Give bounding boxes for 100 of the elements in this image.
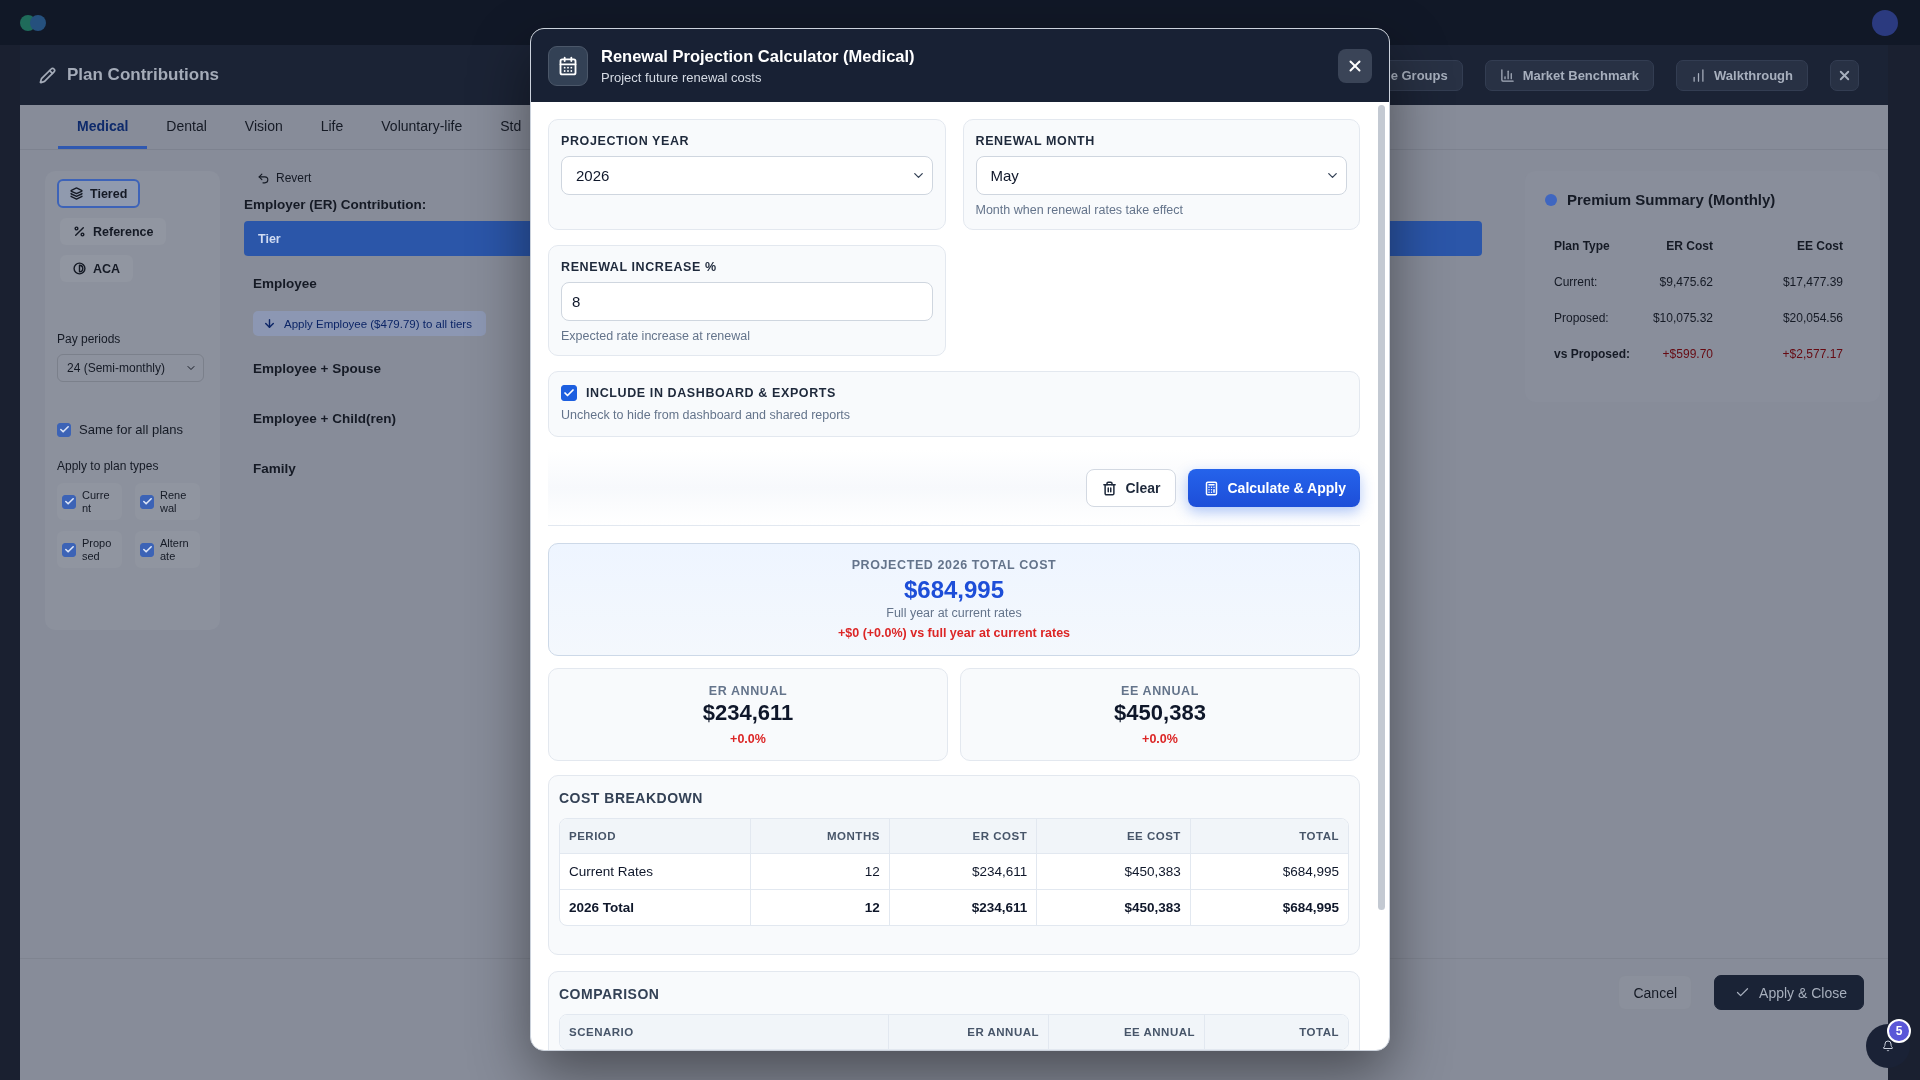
checkbox[interactable]: [140, 494, 154, 509]
scrollbar-thumb[interactable]: [1378, 105, 1385, 910]
section-title: Employer (ER) Contribution:: [244, 197, 427, 212]
avatar-icon: [1872, 9, 1898, 36]
table-cell: $684,995: [1190, 889, 1348, 925]
tier-label: Employee + Spouse: [253, 361, 381, 376]
stat-amount: $450,383: [1114, 699, 1206, 727]
checkbox-label: Current: [82, 488, 111, 515]
mode-button[interactable]: Tiered: [57, 179, 141, 208]
table-cell-text: $17,477.39: [1781, 274, 1843, 291]
tab[interactable]: Medical: [58, 105, 148, 149]
tab[interactable]: Dental: [147, 105, 226, 149]
stat-amount: $234,611: [702, 699, 794, 727]
trash-icon: [1102, 480, 1118, 496]
change-text: +$0 (+0.0%) vs full year at current rates: [837, 625, 1071, 642]
table-cell: $684,995: [1190, 853, 1348, 889]
dialog-subtitle: Project future renewal costs: [601, 69, 763, 86]
rising-bars-icon: [1691, 67, 1707, 83]
tab[interactable]: Voluntary-life: [362, 105, 482, 149]
column-header: ER Cost: [1665, 238, 1713, 255]
apply-button[interactable]: Apply & Close: [1714, 975, 1864, 1010]
table-cell: 12: [750, 853, 890, 889]
row-label: Current:: [1554, 274, 1599, 291]
section-title: COMPARISON: [559, 985, 661, 1003]
percent-icon: [73, 225, 86, 238]
field-label: Apply to plan types: [57, 459, 159, 473]
check-icon: [63, 544, 75, 555]
checkbox[interactable]: [62, 494, 76, 509]
stat-label: EE ANNUAL: [1121, 683, 1199, 699]
plan-type-option[interactable]: Current: [57, 483, 122, 520]
row-label: Proposed:: [1554, 310, 1610, 327]
plan-type-option[interactable]: Alternate: [135, 531, 200, 568]
row-label: vs Proposed:: [1554, 346, 1632, 363]
arrow-down-icon: [263, 317, 276, 330]
tab[interactable]: Life: [301, 105, 363, 149]
circle-icon: [1545, 193, 1557, 206]
checkbox[interactable]: [57, 422, 71, 437]
mode-button[interactable]: Reference: [60, 218, 167, 245]
half-circle-icon: [73, 262, 86, 275]
checkbox-label: Renewal: [160, 488, 188, 515]
table-cell-text: $10,075.32: [1651, 310, 1713, 327]
table-cell-text: +$599.70: [1661, 346, 1713, 363]
tab[interactable]: Vision: [225, 105, 302, 149]
column-header: PERIOD: [560, 819, 751, 853]
check-icon: [58, 424, 70, 435]
undo-icon: [257, 171, 270, 185]
calculate-button[interactable]: Calculate & Apply: [1188, 469, 1360, 507]
field-label: Pay periods: [57, 332, 121, 346]
input-field[interactable]: 8: [561, 282, 933, 321]
field-label: PROJECTION YEAR: [561, 133, 691, 149]
stat-label: PROJECTED 2026 TOTAL COST: [851, 557, 1057, 573]
select-field[interactable]: May: [975, 156, 1347, 195]
column-header: Plan Type: [1554, 238, 1611, 255]
select-field[interactable]: 2026: [561, 156, 933, 195]
checkbox-label: Same for all plans: [79, 422, 184, 437]
plan-type-option[interactable]: Proposed: [57, 531, 122, 568]
total-amount: $684,995: [903, 576, 1005, 604]
column-header: EE Cost: [1796, 238, 1843, 255]
table-cell: $450,383: [1036, 853, 1191, 889]
select-field[interactable]: 24 (Semi-monthly): [57, 354, 204, 382]
panel-title: Premium Summary (Monthly): [1567, 191, 1776, 208]
column-header: EE ANNUAL: [1048, 1015, 1205, 1049]
column-header: SCENARIO: [560, 1015, 889, 1049]
column-header: ER ANNUAL: [888, 1015, 1049, 1049]
table-cell: 12: [750, 889, 890, 925]
table-cell: $234,611: [889, 889, 1037, 925]
check-icon: [141, 544, 153, 555]
table-cell-text: $9,475.62: [1658, 274, 1713, 291]
field-label: RENEWAL INCREASE %: [561, 259, 718, 275]
close-button[interactable]: [1338, 48, 1372, 83]
revert-link[interactable]: Revert: [257, 171, 312, 185]
field-label: RENEWAL MONTH: [975, 133, 1096, 149]
plan-type-option[interactable]: Renewal: [135, 483, 200, 520]
check-icon: [63, 496, 75, 507]
checkbox[interactable]: [62, 542, 76, 557]
check-icon: [563, 387, 575, 399]
tier-label: Employee + Child(ren): [253, 411, 396, 426]
checkbox[interactable]: [561, 385, 577, 401]
cancel-button[interactable]: Cancel: [1618, 975, 1693, 1010]
table-cell: $450,383: [1036, 889, 1191, 925]
calendar-icon: [548, 45, 588, 86]
checkbox-label: Alternate: [160, 536, 190, 563]
column-header: ER COST: [889, 819, 1037, 853]
hint-text: Uncheck to hide from dashboard and shared reports: [561, 407, 852, 423]
check-icon: [141, 496, 153, 507]
column-header: EE COST: [1036, 819, 1191, 853]
close-button[interactable]: [1830, 59, 1859, 91]
checkbox[interactable]: [140, 542, 154, 557]
calculator-icon: [1204, 480, 1220, 496]
table-cell-text: +$2,577.17: [1781, 346, 1843, 363]
apply-all-button[interactable]: Apply Employee ($479.79) to all tiers: [253, 311, 486, 336]
header-button[interactable]: Walkthrough: [1676, 59, 1808, 91]
panel-title: Plan Contributions: [67, 65, 220, 85]
mode-button[interactable]: ACA: [60, 255, 134, 282]
table-cell: 2026 Total: [560, 889, 751, 925]
change-text: +0.0%: [730, 731, 766, 748]
hint-text: Month when renewal rates take effect: [975, 202, 1185, 218]
header-button[interactable]: Market Benchmark: [1484, 59, 1655, 91]
clear-button[interactable]: Clear: [1086, 469, 1177, 507]
checkbox-label: Proposed: [82, 536, 113, 563]
